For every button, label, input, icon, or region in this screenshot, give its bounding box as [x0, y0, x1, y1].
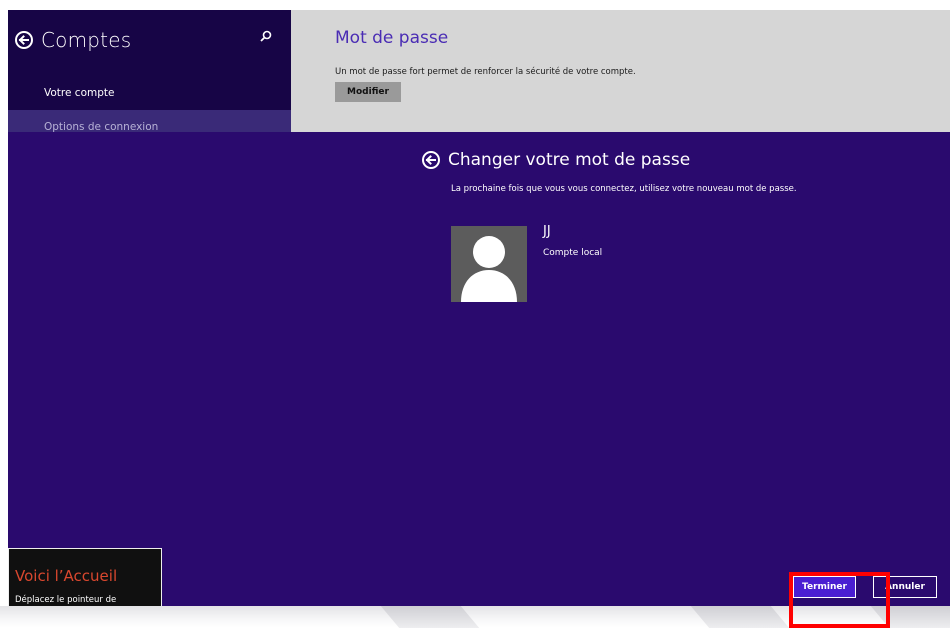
search-icon[interactable]: [260, 30, 272, 42]
finish-button-highlight: [789, 572, 890, 628]
dialog-description: La prochaine fois que vous vous connecte…: [451, 184, 797, 194]
accounts-nav-pane: Comptes Votre compte Options de connexio…: [8, 10, 291, 133]
password-section: Mot de passe Un mot de passe fort permet…: [291, 10, 950, 132]
back-arrow-icon[interactable]: [422, 151, 440, 169]
shadow-stripe: [690, 606, 790, 628]
section-title: Mot de passe: [335, 28, 449, 48]
sidebar-item-options-de-connexion[interactable]: Options de connexion: [44, 121, 158, 133]
back-arrow-icon[interactable]: [15, 31, 33, 49]
start-tip: Voici l’Accueil Déplacez le pointeur de: [8, 548, 162, 606]
accounts-title: Comptes: [41, 28, 132, 52]
settings-window: Comptes Votre compte Options de connexio…: [8, 10, 950, 606]
accounts-header: Comptes: [15, 28, 131, 52]
start-tip-text: Déplacez le pointeur de: [15, 595, 117, 605]
user-name: JJ: [543, 224, 551, 239]
dialog-title: Changer votre mot de passe: [448, 150, 691, 170]
shadow-stripe: [380, 606, 480, 628]
modify-button[interactable]: Modifier: [335, 82, 401, 102]
sidebar-item-votre-compte[interactable]: Votre compte: [44, 87, 114, 99]
account-type: Compte local: [543, 248, 603, 258]
user-avatar: [451, 226, 527, 302]
dialog-header: Changer votre mot de passe: [422, 150, 690, 170]
start-tip-title: Voici l’Accueil: [15, 567, 118, 585]
section-description: Un mot de passe fort permet de renforcer…: [335, 67, 636, 77]
user-silhouette-icon: [461, 236, 517, 302]
